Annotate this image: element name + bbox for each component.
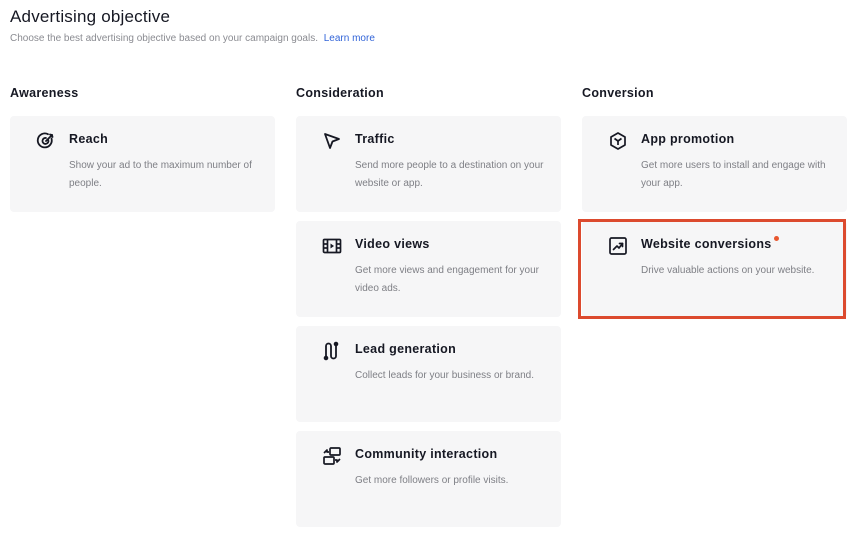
objective-title: App promotion: [641, 132, 735, 146]
route-icon: [322, 341, 342, 361]
objective-card-app-promotion[interactable]: App promotion Get more users to install …: [582, 116, 847, 212]
cursor-icon: [322, 131, 342, 151]
objective-card-traffic[interactable]: Traffic Send more people to a destinatio…: [296, 116, 561, 212]
column-heading-consideration: Consideration: [296, 86, 384, 100]
column-heading-conversion: Conversion: [582, 86, 654, 100]
objective-title: Lead generation: [355, 342, 457, 356]
objective-description: Get more followers or profile visits.: [355, 475, 509, 486]
film-icon: [322, 236, 342, 256]
objective-description: Get more users to install and engage wit…: [641, 160, 826, 189]
objective-card-community-interaction[interactable]: Community interaction Get more followers…: [296, 431, 561, 527]
objective-title: Community interaction: [355, 447, 498, 461]
page-title: Advertising objective: [10, 7, 171, 26]
objective-card-video-views[interactable]: Video views Get more views and engagemen…: [296, 221, 561, 317]
target-icon: [36, 131, 56, 151]
highlight-box: [578, 219, 846, 319]
page-subtitle: Choose the best advertising objective ba…: [10, 33, 375, 44]
community-icon: [322, 446, 342, 466]
objective-card-reach[interactable]: Reach Show your ad to the maximum number…: [10, 116, 275, 212]
learn-more-link[interactable]: Learn more: [324, 33, 375, 44]
objective-description: Get more views and engagement for your v…: [355, 265, 539, 294]
objective-description: Show your ad to the maximum number of pe…: [69, 160, 252, 189]
objective-description: Collect leads for your business or brand…: [355, 370, 534, 381]
objective-title: Reach: [69, 132, 109, 146]
objective-title: Video views: [355, 237, 430, 251]
objective-card-lead-generation[interactable]: Lead generation Collect leads for your b…: [296, 326, 561, 422]
objective-description: Send more people to a destination on you…: [355, 160, 544, 189]
subtitle-text: Choose the best advertising objective ba…: [10, 33, 318, 44]
column-heading-awareness: Awareness: [10, 86, 79, 100]
objective-title: Traffic: [355, 132, 395, 146]
cube-icon: [608, 131, 628, 151]
